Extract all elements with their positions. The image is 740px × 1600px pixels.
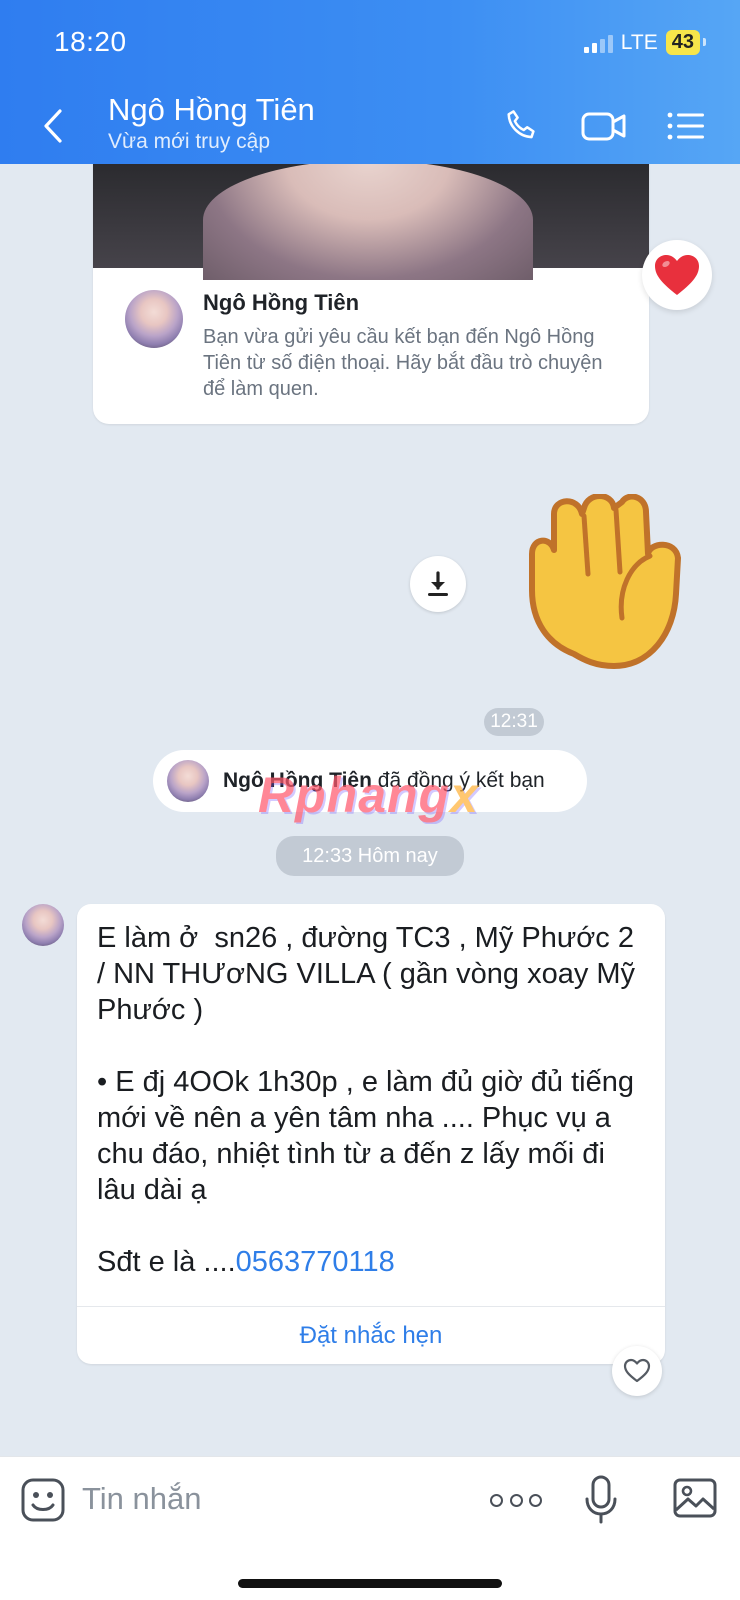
dot-icon <box>529 1493 542 1507</box>
heart-reaction-button[interactable] <box>642 240 712 310</box>
microphone-icon[interactable] <box>584 1475 618 1525</box>
profile-card-body: Ngô Hồng Tiên Bạn vừa gửi yêu cầu kết bạ… <box>93 268 649 424</box>
message-text: E làm ở sn26 , đường TC3 , Mỹ Phước 2 / … <box>97 920 649 1280</box>
friend-notice-name: Ngô Hồng Tiên <box>223 769 372 792</box>
image-gallery-icon[interactable] <box>672 1477 718 1519</box>
phone-icon <box>507 110 535 139</box>
message-body: E làm ở sn26 , đường TC3 , Mỹ Phước 2 / … <box>97 922 636 1278</box>
composer-bar <box>0 1456 740 1600</box>
raised-hand-sticker-icon[interactable] <box>526 494 688 670</box>
dot-icon <box>509 1493 523 1507</box>
back-button[interactable] <box>36 106 70 146</box>
sticker-icon[interactable] <box>20 1477 66 1523</box>
video-call-button[interactable] <box>580 104 628 148</box>
profile-card-name: Ngô Hồng Tiên <box>203 290 360 315</box>
heart-outline-icon <box>623 1358 651 1383</box>
avatar[interactable] <box>125 290 183 348</box>
react-button[interactable] <box>612 1346 662 1396</box>
timestamp-pill: 12:33 Hôm nay <box>276 836 464 876</box>
download-button[interactable] <box>410 556 466 612</box>
phone-number-link[interactable]: 0563770118 <box>236 1246 395 1278</box>
signal-icon <box>583 33 613 53</box>
chevron-left-icon <box>44 109 62 143</box>
status-time: 18:20 <box>54 26 127 57</box>
status-indicators: LTE 43 <box>583 30 707 55</box>
call-button[interactable] <box>502 104 542 148</box>
sender-avatar[interactable] <box>22 904 64 946</box>
menu-button[interactable] <box>666 104 706 148</box>
timestamp-pill: 12:31 <box>484 708 544 736</box>
dot-icon <box>490 1493 503 1507</box>
message-input[interactable] <box>82 1473 442 1525</box>
cover-person-image <box>203 160 533 280</box>
profile-card-text: Bạn vừa gửi yêu cầu kết bạn đến Ngô Hồng… <box>203 326 603 400</box>
list-menu-icon <box>667 112 704 140</box>
message-bubble[interactable]: E làm ở sn26 , đường TC3 , Mỹ Phước 2 / … <box>77 904 665 1364</box>
friend-notice-text: Ngô Hồng Tiên đã đồng ý kết bạn <box>223 769 545 793</box>
set-reminder-button[interactable]: Đặt nhắc hẹn <box>77 1307 665 1364</box>
network-label: LTE <box>620 30 658 54</box>
heart-icon <box>655 255 699 295</box>
avatar[interactable] <box>167 760 209 802</box>
friend-notice-suffix: đã đồng ý kết bạn <box>371 769 545 792</box>
battery-icon: 43 <box>665 30 707 55</box>
download-icon <box>428 571 448 596</box>
more-options-button[interactable] <box>490 1485 542 1515</box>
contact-name[interactable]: Ngô Hồng Tiên <box>108 92 315 128</box>
home-indicator <box>238 1579 502 1588</box>
friend-accepted-notice: Ngô Hồng Tiên đã đồng ý kết bạn <box>153 750 587 812</box>
chat-header: 18:20 LTE 43 Ngô Hồng Tiên Vừa mới truy … <box>0 0 740 164</box>
contact-status: Vừa mới truy cập <box>108 130 271 153</box>
video-camera-icon <box>581 112 626 141</box>
